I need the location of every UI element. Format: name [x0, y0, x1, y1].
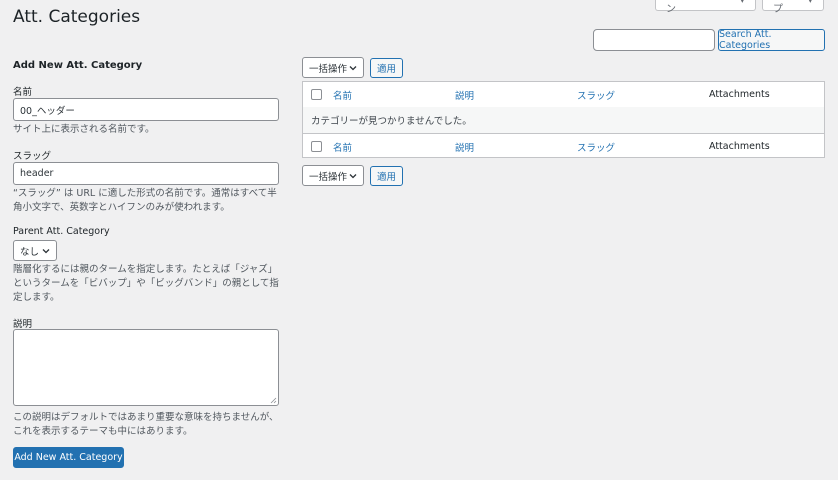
slug-field[interactable]: header: [13, 162, 279, 185]
column-header-attachments: Attachments: [709, 89, 770, 100]
name-field-value: 00_ヘッダー: [20, 105, 75, 117]
apply-button-bottom[interactable]: 適用: [370, 166, 403, 186]
caret-down-icon: ▼: [807, 0, 813, 4]
empty-message: カテゴリーが見つかりませんでした。: [311, 116, 472, 127]
search-input[interactable]: [593, 29, 715, 51]
parent-description: 階層化するには親のタームを指定します。たとえば「ジャズ」 というタームを「ビバッ…: [13, 263, 279, 305]
column-header-name[interactable]: 名前: [333, 88, 352, 102]
slug-label: スラッグ: [13, 151, 52, 162]
slug-description: “スラッグ” は URL に適した形式の名前です。通常はすべて半 角小文字で、英…: [13, 187, 277, 215]
table-empty-row: カテゴリーが見つかりませんでした。: [303, 107, 824, 133]
select-all-checkbox[interactable]: [311, 89, 322, 100]
parent-select[interactable]: なし: [13, 240, 57, 261]
description-description-line: この説明はデフォルトではあまり重要な意味を持ちませんが、: [13, 412, 279, 423]
page-title: Att. Categories: [13, 7, 141, 27]
table-header-row: 名前 説明 スラッグ Attachments: [303, 82, 824, 108]
chevron-down-icon: [349, 65, 357, 70]
help-label: ヘルプ: [773, 4, 783, 15]
name-label: 名前: [13, 87, 33, 98]
column-footer-description[interactable]: 説明: [455, 140, 474, 154]
bulk-action-label: 一括操作: [309, 171, 348, 183]
apply-button-top[interactable]: 適用: [370, 58, 403, 78]
resize-handle-icon[interactable]: [270, 397, 277, 404]
column-header-description[interactable]: 説明: [455, 88, 474, 102]
parent-description-line: 階層化するには親のタームを指定します。たとえば「ジャズ」: [13, 264, 278, 275]
bulk-action-select-top[interactable]: 一括操作: [302, 57, 364, 78]
help-tab[interactable]: ヘルプ ▼: [762, 0, 824, 15]
column-footer-name[interactable]: 名前: [333, 140, 352, 154]
description-description-line: これを表示するテーマも中にはあります。: [13, 426, 193, 437]
slug-description-line: “スラッグ” は URL に適した形式の名前です。通常はすべて半: [13, 188, 277, 199]
description-textarea[interactable]: [13, 329, 279, 406]
select-all-checkbox-footer[interactable]: [311, 141, 322, 152]
description-label: 説明: [13, 319, 33, 330]
parent-label: Parent Att. Category: [13, 226, 110, 237]
description-description: この説明はデフォルトではあまり重要な意味を持ちませんが、 これを表示するテーマも…: [13, 411, 279, 439]
caret-down-icon: ▼: [739, 0, 745, 4]
parent-description-line: というタームを「ビバップ」や「ビッグバンド」の親として指: [13, 278, 279, 289]
column-footer-slug[interactable]: スラッグ: [577, 140, 615, 154]
screen-options-tab[interactable]: 表示オプション ▼: [655, 0, 756, 15]
bulk-action-select-bottom[interactable]: 一括操作: [302, 165, 364, 186]
slug-description-line: 角小文字で、英数字とハイフンのみが使われます。: [13, 202, 230, 213]
column-footer-attachments: Attachments: [709, 141, 770, 152]
parent-select-value: なし: [20, 246, 40, 258]
bulk-action-label: 一括操作: [309, 63, 348, 75]
add-new-category-button[interactable]: Add New Att. Category: [13, 447, 124, 468]
name-field[interactable]: 00_ヘッダー: [13, 98, 279, 121]
parent-description-line: 定します。: [13, 292, 60, 303]
chevron-down-icon: [349, 173, 357, 178]
table-footer-row: 名前 説明 スラッグ Attachments: [303, 133, 824, 159]
form-heading: Add New Att. Category: [13, 60, 143, 71]
column-header-slug[interactable]: スラッグ: [577, 88, 615, 102]
screen-options-label: 表示オプション: [666, 4, 676, 15]
slug-field-value: header: [20, 168, 54, 179]
categories-table: 名前 説明 スラッグ Attachments カテゴリーが見つかりませんでした。…: [302, 81, 825, 158]
chevron-down-icon: [42, 248, 50, 253]
name-description: サイト上に表示される名前です。: [13, 124, 155, 135]
search-button[interactable]: Search Att. Categories: [718, 29, 825, 51]
